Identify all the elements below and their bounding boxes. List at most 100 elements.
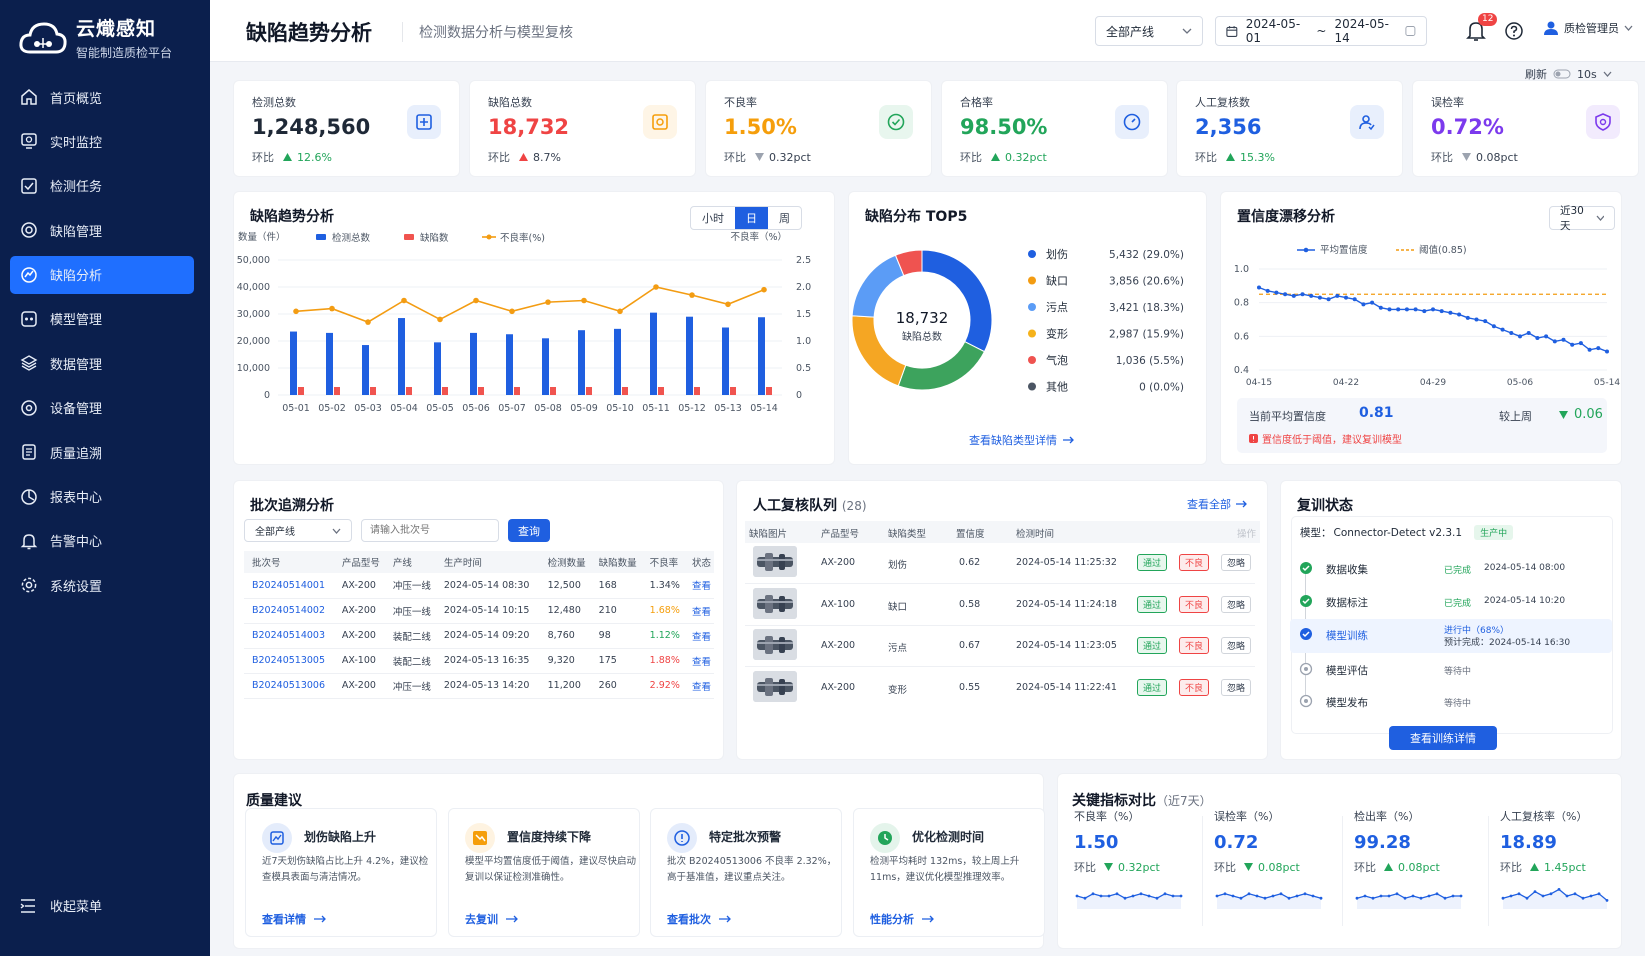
reject-button[interactable]: 不良 <box>1179 595 1210 613</box>
training-detail-button[interactable]: 查看训练详情 <box>1389 726 1497 750</box>
suggestion-link[interactable]: 性能分析 <box>870 911 936 927</box>
batch-id-link[interactable]: B20240514003 <box>244 623 334 649</box>
ignore-button[interactable]: 忽略 <box>1221 637 1252 654</box>
check-circle-icon <box>1300 562 1312 574</box>
defect-thumbnail[interactable] <box>753 546 797 577</box>
sidebar-item-7[interactable]: 数据管理 <box>10 344 194 382</box>
defect-thumbnail[interactable] <box>753 629 797 660</box>
reject-button[interactable]: 不良 <box>1179 637 1210 654</box>
metric-card[interactable]: 人工复核率（%） 18.89 环比 1.45pct <box>1488 808 1640 937</box>
batch-id-link[interactable]: B20240514001 <box>244 573 334 599</box>
metric-card[interactable]: 不良率（%） 1.50 环比 0.32pct <box>1074 808 1214 937</box>
suggestion-card[interactable]: 置信度持续下降 模型平均置信度低于阈值，建议尽快启动复训以保证检测准确性。 去复训 <box>448 808 640 937</box>
defect-thumbnail[interactable] <box>753 587 797 619</box>
date-start: 2024-05-01 <box>1245 17 1301 45</box>
table-row[interactable]: B20240514003 AX-200 装配二线 2024-05-14 09:20 8,… <box>244 623 714 649</box>
approve-button[interactable]: 通过 <box>1137 595 1168 613</box>
review-cell: 变形 <box>888 684 908 696</box>
confidence-point <box>1457 312 1462 317</box>
sidebar-item-9[interactable]: 质量追溯 <box>10 433 194 471</box>
collapse-menu-button[interactable]: 收起菜单 <box>20 896 102 915</box>
ignore-button[interactable]: 忽略 <box>1221 554 1252 571</box>
kpi-card-5[interactable]: 人工复核数 2,356 环比 15.3% <box>1176 80 1403 177</box>
sidebar-item-6[interactable]: 模型管理 <box>10 300 194 338</box>
date-range-picker[interactable]: 2024-05-01 ~ 2024-05-14 <box>1215 16 1427 46</box>
sidebar-item-8[interactable]: 设备管理 <box>10 389 194 427</box>
kpi-card-2[interactable]: 缺陷总数 18,732 环比 8.7% <box>469 80 696 177</box>
review-row[interactable]: AX-100 缺口 0.58 2024-05-14 11:24:18 通过 不良 忽略 <box>745 584 1255 626</box>
approve-button[interactable]: 通过 <box>1137 678 1168 696</box>
approve-button[interactable]: 通过 <box>1137 554 1168 571</box>
sidebar-item-5[interactable]: 缺陷分析 <box>10 255 194 294</box>
distribution-detail-link[interactable]: 查看缺陷类型详情 <box>969 432 1075 448</box>
batch-search-input[interactable] <box>361 519 499 542</box>
ignore-button[interactable]: 忽略 <box>1221 595 1252 613</box>
batch-line-select[interactable]: 全部产线 <box>244 519 352 542</box>
approve-button[interactable]: 通过 <box>1137 637 1168 654</box>
tab-day[interactable]: 日 <box>735 207 768 229</box>
sidebar-item-1[interactable]: 首页概览 <box>10 78 194 116</box>
ignore-button[interactable]: 忽略 <box>1221 678 1252 696</box>
metrics-title: 关键指标对比 <box>1072 793 1156 809</box>
review-row[interactable]: AX-200 划伤 0.62 2024-05-14 11:25:32 通过 不良 忽略 <box>745 542 1255 584</box>
sparkline-point <box>1549 892 1553 896</box>
metric-card[interactable]: 误检率（%） 0.72 环比 0.08pct <box>1202 808 1354 937</box>
donut-slice[interactable] <box>851 254 905 318</box>
suggestion-card[interactable]: 特定批次预警 批次 B20240513006 不良率 2.32%，高于基准值，建议… <box>650 808 842 937</box>
suggestion-card[interactable]: 划伤缺陷上升 近7天划伤缺陷占比上升 4.2%，建议检查模具表面与清洁情况。 查看详… <box>245 808 437 937</box>
step-time: 2024-05-14 08:00 <box>1484 563 1566 573</box>
suggestion-link[interactable]: 去复训 <box>465 911 520 927</box>
batch-id-link[interactable]: B20240513006 <box>244 673 334 699</box>
defect-thumbnail[interactable] <box>753 670 797 702</box>
sidebar-item-10[interactable]: 报表中心 <box>10 478 194 516</box>
kpi-card-6[interactable]: 误检率 0.72% 环比 0.08pct <box>1412 80 1639 177</box>
chevron-down-icon <box>1596 215 1604 221</box>
metric-compare-label: 环比 <box>1354 861 1376 874</box>
tab-week[interactable]: 周 <box>768 207 801 229</box>
brand-logo[interactable]: 云熾感知 智能制造质检平台 <box>18 14 172 61</box>
batch-id-link[interactable]: B20240513005 <box>244 648 334 674</box>
reject-button[interactable]: 不良 <box>1179 678 1210 696</box>
batch-id-link[interactable]: B20240514002 <box>244 598 334 624</box>
table-row[interactable]: B20240514001 AX-200 冲压一线 2024-05-14 08:30 12… <box>244 573 714 599</box>
kpi-compare: 环比 12.6% <box>252 149 332 165</box>
kpi-card-3[interactable]: 不良率 1.50% 环比 0.32pct <box>705 80 932 177</box>
view-link[interactable]: 查看 <box>684 573 714 599</box>
x-tick: 05-13 <box>714 403 742 414</box>
review-row[interactable]: AX-200 污点 0.67 2024-05-14 11:23:05 通过 不良 忽略 <box>745 625 1255 667</box>
kpi-card-1[interactable]: 检测总数 1,248,560 环比 12.6% <box>233 80 460 177</box>
suggestion-card[interactable]: 优化检测时间 检测平均耗时 132ms，较上周上升 11ms，建议优化模型推理效率… <box>853 808 1045 937</box>
sidebar-item-3[interactable]: 检测任务 <box>10 167 194 205</box>
sidebar-item-12[interactable]: 系统设置 <box>10 566 194 604</box>
metric-card[interactable]: 检出率（%） 99.28 环比 0.08pct <box>1342 808 1494 937</box>
view-link[interactable]: 查看 <box>684 648 714 674</box>
kpi-card-4[interactable]: 合格率 98.50% 环比 0.32pct <box>941 80 1168 177</box>
y-right-tick: 0.5 <box>796 363 811 374</box>
view-link[interactable]: 查看 <box>684 673 714 699</box>
help-icon[interactable] <box>1504 21 1524 41</box>
bar-total <box>434 342 441 395</box>
bar-defect <box>478 387 484 395</box>
sidebar-item-4[interactable]: 缺陷管理 <box>10 211 194 249</box>
sidebar-item-2[interactable]: 实时监控 <box>10 122 194 160</box>
sidebar-item-11[interactable]: 告警中心 <box>10 522 194 560</box>
table-row[interactable]: B20240514002 AX-200 冲压一线 2024-05-14 10:15 12… <box>244 598 714 624</box>
table-row[interactable]: B20240513005 AX-100 装配二线 2024-05-13 16:35 9,… <box>244 648 714 674</box>
donut-slice[interactable] <box>897 341 986 391</box>
table-row[interactable]: B20240513006 AX-200 冲压一线 2024-05-13 14:20 11… <box>244 673 714 699</box>
user-menu[interactable]: 质检管理员 <box>1543 20 1633 36</box>
drift-range-select[interactable]: 近30天 <box>1549 205 1615 232</box>
x-tick: 05-14 <box>1594 378 1620 388</box>
review-row[interactable]: AX-200 变形 0.55 2024-05-14 11:22:41 通过 不良 忽略 <box>745 667 1255 709</box>
suggestion-link[interactable]: 查看批次 <box>667 911 733 927</box>
metric-compare-label: 环比 <box>1214 861 1236 874</box>
line-select[interactable]: 全部产线 <box>1095 16 1203 46</box>
reject-button[interactable]: 不良 <box>1179 554 1210 571</box>
kpi-compare-value: 12.6% <box>297 151 332 164</box>
view-link[interactable]: 查看 <box>684 598 714 624</box>
review-view-all[interactable]: 查看全部 <box>1187 496 1248 512</box>
view-link[interactable]: 查看 <box>684 623 714 649</box>
tab-hour[interactable]: 小时 <box>691 207 735 229</box>
batch-query-button[interactable]: 查询 <box>508 519 550 542</box>
suggestion-link[interactable]: 查看详情 <box>262 911 328 927</box>
